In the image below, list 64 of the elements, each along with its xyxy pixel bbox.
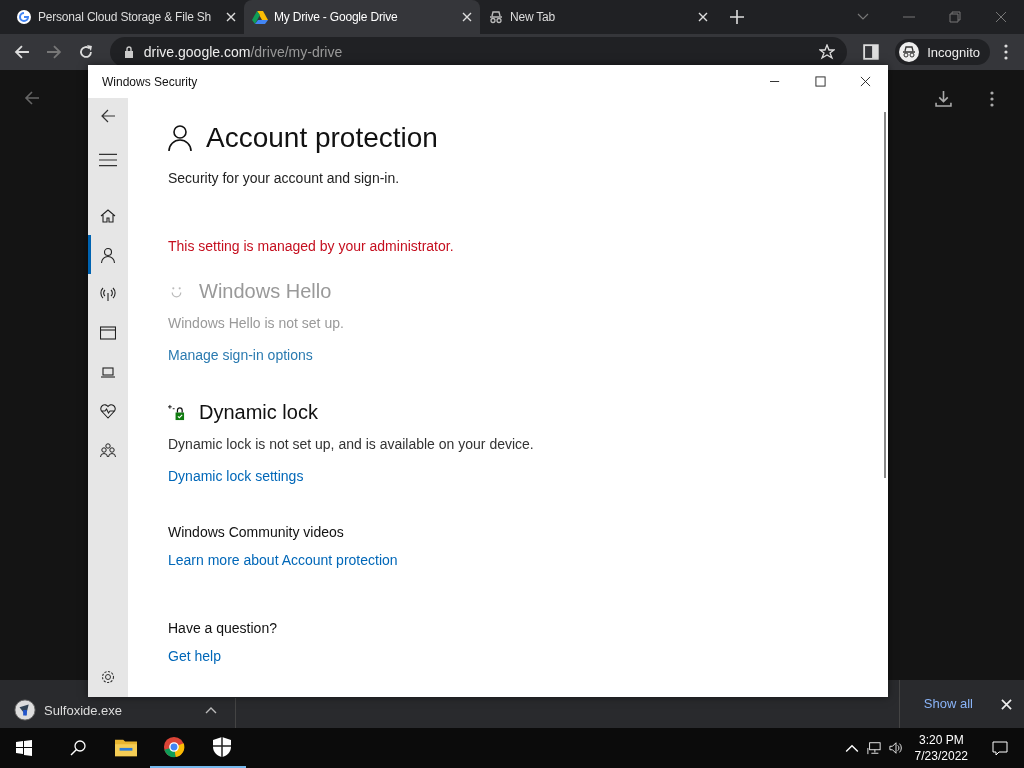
back-icon[interactable] [99,108,117,124]
reload-icon[interactable] [77,44,94,60]
settings-icon[interactable] [99,669,117,685]
scrollbar[interactable] [884,112,886,478]
browser-tab[interactable]: Personal Cloud Storage & File Sh [8,0,244,34]
page-title: Account protection [206,122,438,154]
forward-icon[interactable] [45,44,62,60]
antenna-icon [100,285,116,302]
drive-icon [252,9,268,25]
person-icon [168,125,192,151]
community-title: Windows Community videos [168,524,344,540]
incognito-icon [488,9,504,25]
back-icon [24,90,40,106]
window-icon [100,324,116,341]
browser-tab[interactable]: My Drive - Google Drive [244,0,480,34]
section-link[interactable]: Dynamic lock settings [168,468,304,484]
tab-title: New Tab [510,10,557,24]
download-icon [935,90,952,107]
chrome-icon [163,736,185,758]
file-name: Sulfoxide.exe [44,703,124,718]
clock-date: 7/23/2022 [914,748,968,764]
section-description: Windows Hello is not set up. [168,315,344,331]
admin-notice: This setting is managed by your administrator. [168,238,454,254]
incognito-icon [899,42,920,62]
google-icon [16,9,32,25]
caret-up-icon[interactable] [205,706,217,714]
url-text: drive.google.com/drive/my-drive [143,44,343,60]
lock-icon [123,46,134,58]
get-help-link[interactable]: Get help [168,648,221,664]
app-file-icon [14,699,36,721]
browser-tab[interactable]: New Tab [480,0,716,34]
more-icon[interactable] [1004,44,1008,60]
tab-title: My Drive - Google Drive [274,10,399,24]
section-title: Windows Hello [199,280,332,303]
people-icon [100,441,116,458]
search-icon[interactable] [70,740,86,756]
notification-icon[interactable] [992,740,1008,756]
heart-icon [100,402,116,419]
page-subtitle: Security for your account and sign-in. [168,170,400,186]
shield-icon [211,736,233,758]
maximize-icon[interactable] [815,76,826,87]
address-field[interactable]: drive.google.com/drive/my-drive [109,37,848,67]
star-icon[interactable] [819,44,836,60]
question-title: Have a question? [168,620,277,636]
new-tab-icon[interactable] [730,10,744,24]
incognito-chip[interactable]: Incognito [895,39,990,65]
person-icon [100,246,116,263]
restore-icon[interactable] [949,11,961,23]
close-icon[interactable] [860,76,871,87]
side-panel-icon[interactable] [863,44,880,60]
home-icon [100,207,116,224]
tab-title: Personal Cloud Storage & File Sh [38,10,213,24]
menu-icon[interactable] [99,152,117,168]
windows-start-icon[interactable] [16,740,32,756]
section-title: Dynamic lock [199,401,318,424]
section-description: Dynamic lock is not set up, and is available on your device. [168,436,534,452]
network-icon[interactable] [866,741,881,755]
learn-more-link[interactable]: Learn more about Account protection [168,552,398,568]
more-icon [990,91,994,107]
back-icon[interactable] [14,44,30,60]
clock-time: 3:20 PM [918,732,964,748]
clock[interactable]: 3:20 PM 7/23/2022 [914,732,968,764]
speaker-icon[interactable] [888,741,903,755]
window-title: Windows Security [102,74,198,89]
